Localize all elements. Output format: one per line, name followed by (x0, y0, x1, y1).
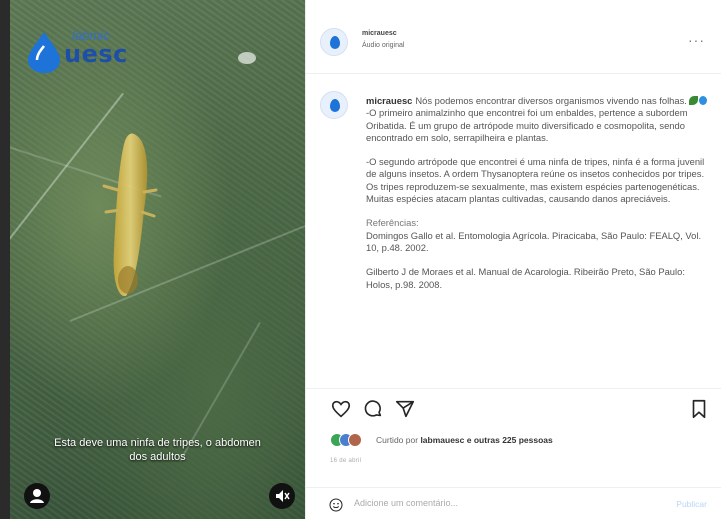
reference-2: Gilberto J de Moraes et al. Manual de Ac… (366, 266, 685, 290)
share-button[interactable] (394, 398, 416, 420)
comment-icon (364, 400, 382, 417)
post-details-panel: micrauesc Áudio original ··· micrauesc Nó… (305, 0, 721, 519)
header-username[interactable]: micrauesc (362, 30, 404, 37)
logo-text: uesc (64, 40, 128, 68)
reference-1: Domingos Gallo et al. Entomologia Agríco… (366, 229, 702, 253)
post-caption: micrauesc Nós podemos encontrar diversos … (366, 95, 712, 303)
avatar-drop-icon (330, 36, 340, 49)
post-media[interactable]: labmic uesc Esta deve uma ninfa de tripe… (10, 0, 305, 519)
caption-avatar[interactable] (320, 91, 348, 119)
post-header: micrauesc Áudio original ··· (306, 22, 721, 64)
comment-bar: Publicar (306, 487, 721, 519)
mute-button[interactable] (269, 483, 295, 509)
tag-user-button[interactable] (24, 483, 50, 509)
comment-button[interactable] (362, 398, 384, 420)
emoji-icon[interactable] (328, 497, 344, 513)
video-caption: Esta deve uma ninfa de tripes, o abdomen… (54, 437, 261, 463)
comment-input[interactable] (354, 498, 634, 508)
avatar-drop-icon (330, 99, 340, 112)
send-icon (395, 400, 415, 418)
references-title: Referências: (366, 217, 419, 229)
header-divider (306, 73, 721, 74)
like-button[interactable] (330, 398, 352, 420)
caption-paragraph-2: -O segundo artrópode que encontrei é uma… (366, 156, 705, 205)
save-button[interactable] (688, 398, 710, 420)
thrips-nymph-image (102, 133, 158, 297)
mite-specimen (238, 52, 256, 64)
actions-divider (306, 388, 721, 389)
publish-button[interactable]: Publicar (676, 499, 707, 509)
action-bar (330, 398, 710, 422)
liker-username[interactable]: labmauesc (420, 435, 464, 445)
leaf-emoji-icon (688, 96, 698, 105)
droplet-emoji-icon (698, 96, 707, 105)
uesc-logo: labmic uesc (24, 28, 134, 74)
likes-count[interactable]: e outras 225 pessoas (467, 435, 553, 445)
bookmark-icon (692, 399, 706, 419)
post-date[interactable]: 16 de abril (330, 458, 361, 464)
heart-icon (331, 400, 351, 418)
speaker-muted-icon (276, 490, 290, 502)
caption-username[interactable]: micrauesc (366, 95, 412, 106)
instagram-post-window: labmic uesc Esta deve uma ninfa de tripe… (10, 0, 721, 519)
user-icon (30, 489, 44, 503)
drop-logo-icon (28, 32, 60, 73)
caption-intro: Nós podemos encontrar diversos organismo… (415, 95, 687, 106)
audio-label[interactable]: Áudio original (362, 42, 404, 49)
liker-avatar (348, 433, 362, 447)
likes-prefix: Curtido por (376, 435, 419, 445)
caption-paragraph-1: -O primeiro animalzinho que encontrei fo… (366, 107, 688, 143)
avatar[interactable] (320, 28, 348, 56)
more-options-icon[interactable]: ··· (688, 32, 705, 48)
